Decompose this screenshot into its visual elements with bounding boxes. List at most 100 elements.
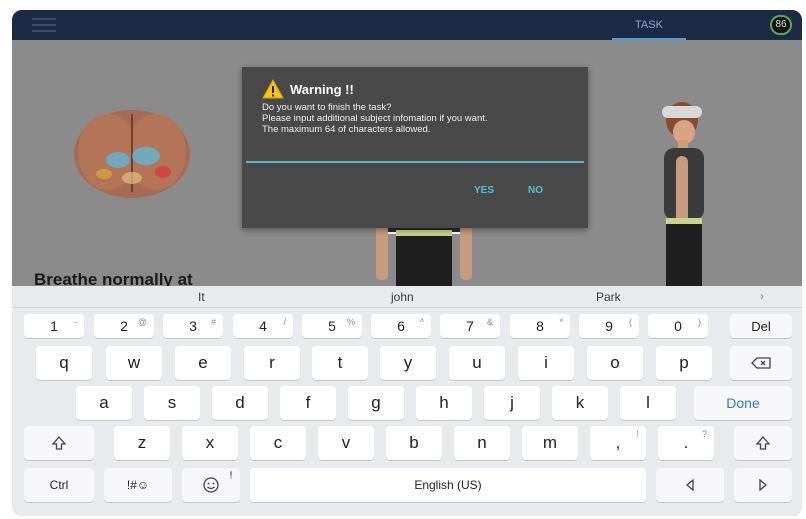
key-n[interactable]: n (454, 426, 510, 460)
key-alt-label: ) (698, 317, 701, 327)
key-alt-label: * (559, 317, 563, 327)
key-t[interactable]: t (312, 346, 368, 380)
key-s[interactable]: s (144, 386, 200, 420)
chevron-right-icon (759, 479, 768, 491)
key-label: 7 (466, 318, 474, 334)
subject-figure-side (662, 102, 704, 290)
key-5[interactable]: 5% (302, 314, 362, 338)
tablet-screen: TASK 86 Breathe normally at Warning !! D… (12, 10, 802, 516)
key-alt-label: ? (701, 429, 707, 439)
no-button[interactable]: NO (528, 185, 543, 196)
cursor-right-key[interactable] (734, 468, 792, 502)
key-alt-label: & (486, 317, 493, 327)
emoji-icon (203, 477, 219, 493)
key-x[interactable]: x (182, 426, 238, 460)
suggestion-item[interactable]: It (198, 290, 205, 304)
key-label: 5 (328, 318, 336, 334)
key-z[interactable]: z (114, 426, 170, 460)
shift-icon (755, 436, 771, 450)
key-6[interactable]: 6 ^ (371, 314, 431, 338)
shift-key-left[interactable] (24, 426, 94, 460)
key-b[interactable]: b (386, 426, 442, 460)
key-comma[interactable]: ,! (590, 426, 646, 460)
del-key[interactable]: Del (730, 314, 792, 338)
key-w[interactable]: w (106, 346, 162, 380)
warning-icon (262, 79, 284, 99)
key-4[interactable]: 4/ (233, 314, 293, 338)
suggestion-item[interactable]: john (391, 290, 414, 304)
key-label: 8 (536, 318, 544, 334)
cursor-left-key[interactable] (656, 468, 724, 502)
warning-dialog: Warning !! Do you want to finish the tas… (242, 67, 588, 228)
shift-icon (51, 436, 67, 450)
key-a[interactable]: a (76, 386, 132, 420)
subject-info-input[interactable] (246, 161, 584, 163)
tab-task[interactable]: TASK (612, 10, 686, 40)
on-screen-keyboard: It john Park › 1- 2 @ 3 # 4/ 5% 6 ^ 7 & 8 * 9… (12, 286, 802, 516)
key-period[interactable]: .? (658, 426, 714, 460)
top-app-bar: TASK 86 (12, 10, 802, 40)
key-alt-label: ! (636, 429, 639, 439)
space-key[interactable]: English (US) (250, 468, 646, 502)
key-v[interactable]: v (318, 426, 374, 460)
dialog-message-line: Do you want to finish the task? (262, 102, 392, 113)
emoji-key[interactable] (182, 468, 240, 502)
key-label: 3 (189, 318, 197, 334)
key-9[interactable]: 9( (579, 314, 639, 338)
key-label: 9 (605, 318, 613, 334)
key-7[interactable]: 7 & (440, 314, 500, 338)
key-alt-label: ( (629, 317, 632, 327)
dialog-message: Do you want to finish the task? Please i… (262, 102, 582, 135)
key-g[interactable]: g (348, 386, 404, 420)
key-m[interactable]: m (522, 426, 578, 460)
dialog-message-line: The maximum 64 of characters allowed. (262, 124, 431, 135)
microphone-icon (230, 471, 232, 479)
key-alt-label: / (283, 317, 286, 327)
suggestion-bar: It john Park › (12, 286, 802, 308)
key-1[interactable]: 1- (24, 314, 84, 338)
key-alt-label: @ (137, 317, 147, 327)
key-d[interactable]: d (212, 386, 268, 420)
suggestion-item[interactable]: Park (596, 290, 621, 304)
key-label: 6 (397, 318, 405, 334)
key-i[interactable]: i (518, 346, 574, 380)
key-u[interactable]: u (449, 346, 505, 380)
key-2[interactable]: 2 @ (94, 314, 154, 338)
key-y[interactable]: y (380, 346, 436, 380)
subject-figure-front (376, 220, 472, 290)
chevron-left-icon (685, 479, 694, 491)
score-badge: 86 (770, 15, 792, 35)
key-e[interactable]: e (175, 346, 231, 380)
ctrl-key[interactable]: Ctrl (24, 468, 94, 502)
key-c[interactable]: c (250, 426, 306, 460)
symbols-key[interactable]: !#☺ (104, 468, 172, 502)
key-h[interactable]: h (416, 386, 472, 420)
key-label: 0 (674, 318, 682, 334)
key-0[interactable]: 0) (648, 314, 708, 338)
key-r[interactable]: r (244, 346, 300, 380)
key-j[interactable]: j (484, 386, 540, 420)
key-o[interactable]: o (587, 346, 643, 380)
key-label: , (615, 433, 621, 452)
menu-icon[interactable] (32, 18, 56, 32)
key-alt-label: - (74, 317, 77, 327)
backspace-key[interactable] (730, 346, 792, 380)
yes-button[interactable]: YES (474, 185, 494, 196)
key-q[interactable]: q (36, 346, 92, 380)
key-label: . (683, 433, 689, 452)
key-l[interactable]: l (620, 386, 676, 420)
dialog-message-line: Please input additional subject infomati… (262, 113, 488, 124)
chevron-right-icon[interactable]: › (760, 289, 764, 303)
done-key[interactable]: Done (694, 386, 792, 420)
dialog-title: Warning !! (290, 82, 354, 97)
shift-key-right[interactable] (734, 426, 792, 460)
brain-image (74, 110, 190, 198)
key-k[interactable]: k (552, 386, 608, 420)
key-3[interactable]: 3 # (163, 314, 223, 338)
key-f[interactable]: f (280, 386, 336, 420)
key-p[interactable]: p (656, 346, 712, 380)
key-label: 2 (120, 318, 128, 334)
backspace-icon (751, 357, 771, 369)
key-8[interactable]: 8 * (510, 314, 570, 338)
key-label: 1 (50, 318, 58, 334)
